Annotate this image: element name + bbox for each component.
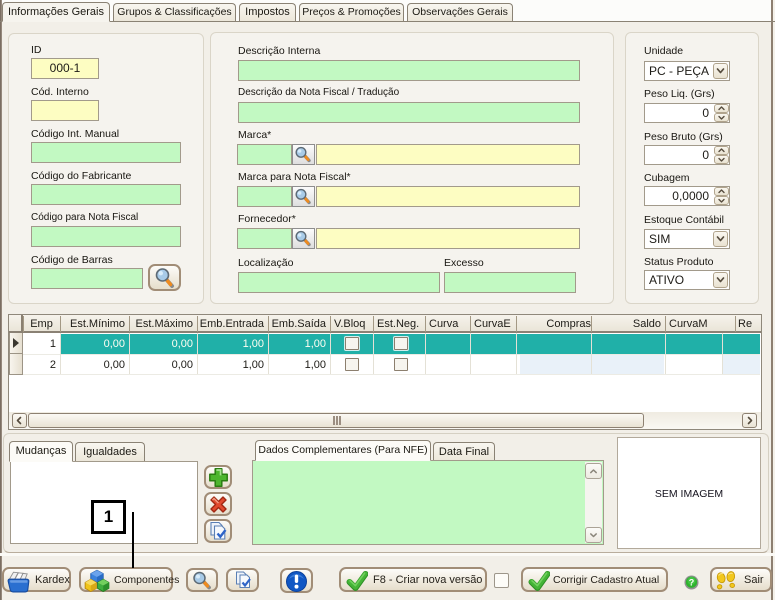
svg-text:?: ? — [689, 578, 695, 588]
